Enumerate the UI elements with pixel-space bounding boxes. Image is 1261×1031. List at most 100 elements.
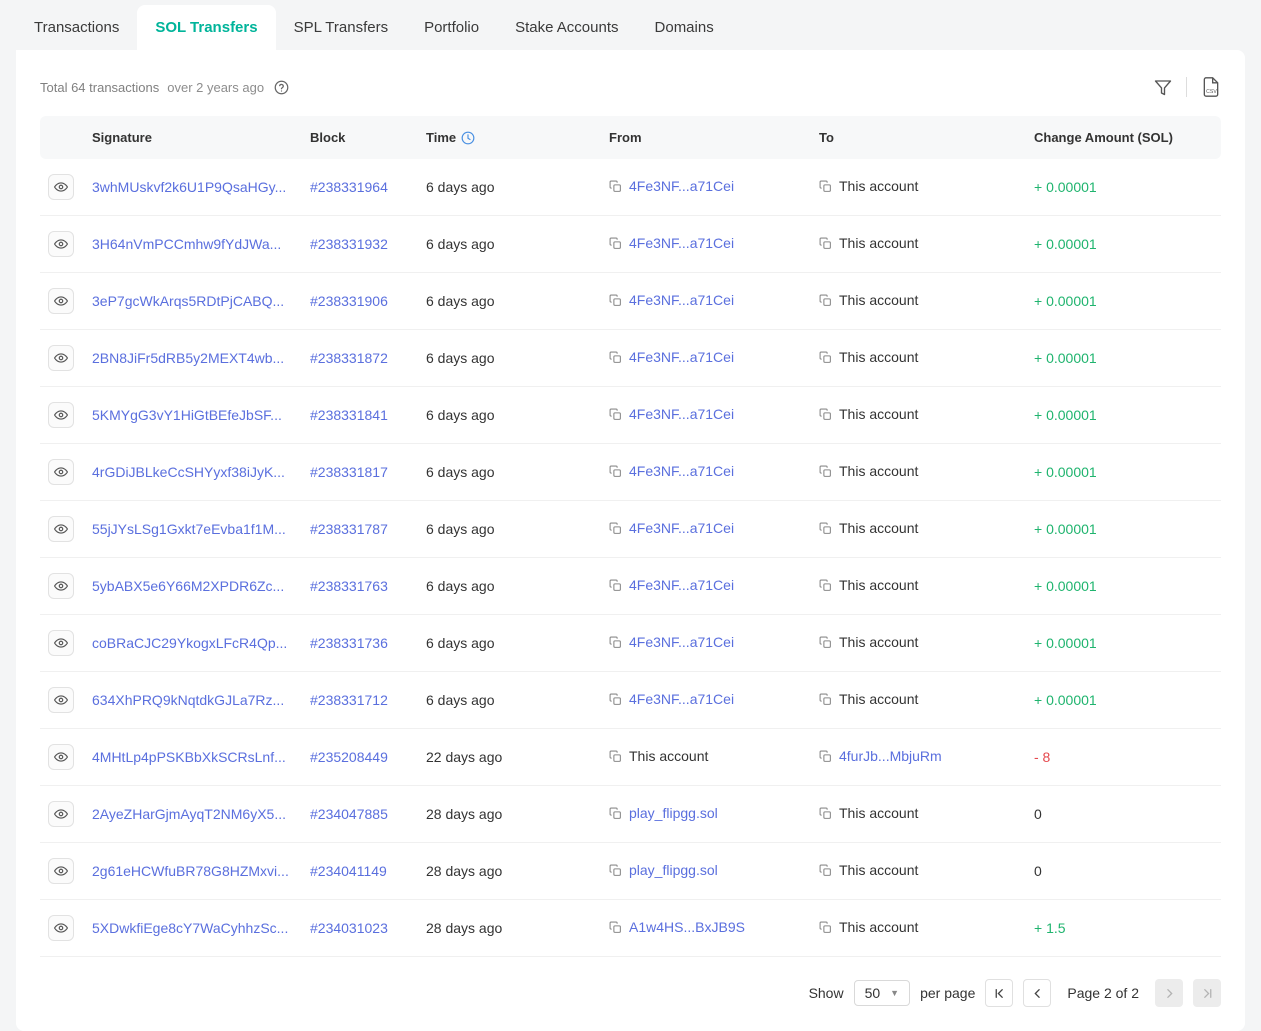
signature-link[interactable]: 55jJYsLSg1Gxkt7eEvba1f1M... <box>92 521 286 537</box>
copy-icon[interactable] <box>819 408 832 421</box>
from-address[interactable]: 4Fe3NF...a71Cei <box>629 349 734 365</box>
copy-icon[interactable] <box>819 864 832 877</box>
to-address[interactable]: This account <box>839 577 918 593</box>
to-address[interactable]: This account <box>839 178 918 194</box>
from-address[interactable]: 4Fe3NF...a71Cei <box>629 178 734 194</box>
to-address[interactable]: This account <box>839 349 918 365</box>
preview-transaction-button[interactable] <box>48 345 74 371</box>
to-address[interactable]: This account <box>839 235 918 251</box>
copy-icon[interactable] <box>609 636 622 649</box>
last-page-button[interactable] <box>1193 979 1221 1007</box>
preview-transaction-button[interactable] <box>48 630 74 656</box>
tab-domains[interactable]: Domains <box>637 5 732 50</box>
from-address[interactable]: play_flipgg.sol <box>629 805 718 821</box>
to-address[interactable]: This account <box>839 862 918 878</box>
tab-spl-transfers[interactable]: SPL Transfers <box>276 5 406 50</box>
copy-icon[interactable] <box>609 579 622 592</box>
copy-icon[interactable] <box>819 636 832 649</box>
preview-transaction-button[interactable] <box>48 402 74 428</box>
from-address[interactable]: 4Fe3NF...a71Cei <box>629 520 734 536</box>
signature-link[interactable]: 2BN8JiFr5dRB5y2MEXT4wb... <box>92 350 284 366</box>
preview-transaction-button[interactable] <box>48 231 74 257</box>
next-page-button[interactable] <box>1155 979 1183 1007</box>
copy-icon[interactable] <box>609 750 622 763</box>
block-link[interactable]: #238331817 <box>310 464 388 480</box>
block-link[interactable]: #238331841 <box>310 407 388 423</box>
preview-transaction-button[interactable] <box>48 801 74 827</box>
tab-stake-accounts[interactable]: Stake Accounts <box>497 5 636 50</box>
filter-button[interactable] <box>1154 78 1172 96</box>
from-address[interactable]: 4Fe3NF...a71Cei <box>629 235 734 251</box>
copy-icon[interactable] <box>819 579 832 592</box>
from-address[interactable]: 4Fe3NF...a71Cei <box>629 292 734 308</box>
copy-icon[interactable] <box>609 693 622 706</box>
preview-transaction-button[interactable] <box>48 516 74 542</box>
preview-transaction-button[interactable] <box>48 459 74 485</box>
copy-icon[interactable] <box>819 294 832 307</box>
tab-sol-transfers[interactable]: SOL Transfers <box>137 5 275 50</box>
export-csv-button[interactable]: CSV <box>1201 76 1221 98</box>
to-address[interactable]: This account <box>839 463 918 479</box>
copy-icon[interactable] <box>609 351 622 364</box>
signature-link[interactable]: 634XhPRQ9kNqtdkGJLa7Rz... <box>92 692 284 708</box>
to-address[interactable]: This account <box>839 520 918 536</box>
copy-icon[interactable] <box>819 693 832 706</box>
from-address[interactable]: A1w4HS...BxJB9S <box>629 919 745 935</box>
copy-icon[interactable] <box>819 921 832 934</box>
page-size-select[interactable]: 50 ▼ <box>854 980 911 1006</box>
copy-icon[interactable] <box>819 750 832 763</box>
from-address[interactable]: play_flipgg.sol <box>629 862 718 878</box>
to-address[interactable]: This account <box>839 292 918 308</box>
to-address[interactable]: This account <box>839 805 918 821</box>
to-address[interactable]: This account <box>839 919 918 935</box>
previous-page-button[interactable] <box>1023 979 1051 1007</box>
help-icon[interactable] <box>274 80 289 95</box>
block-link[interactable]: #238331736 <box>310 635 388 651</box>
block-link[interactable]: #238331906 <box>310 293 388 309</box>
time-column-header[interactable]: Time <box>418 116 601 159</box>
preview-transaction-button[interactable] <box>48 858 74 884</box>
copy-icon[interactable] <box>819 807 832 820</box>
tab-portfolio[interactable]: Portfolio <box>406 5 497 50</box>
copy-icon[interactable] <box>609 807 622 820</box>
signature-link[interactable]: 3H64nVmPCCmhw9fYdJWa... <box>92 236 281 252</box>
block-link[interactable]: #234031023 <box>310 920 388 936</box>
from-address[interactable]: 4Fe3NF...a71Cei <box>629 463 734 479</box>
from-address[interactable]: 4Fe3NF...a71Cei <box>629 577 734 593</box>
copy-icon[interactable] <box>609 921 622 934</box>
to-address[interactable]: This account <box>839 634 918 650</box>
signature-link[interactable]: 2g61eHCWfuBR78G8HZMxvi... <box>92 863 289 879</box>
copy-icon[interactable] <box>819 465 832 478</box>
copy-icon[interactable] <box>819 180 832 193</box>
signature-link[interactable]: 5XDwkfiEge8cY7WaCyhhzSc... <box>92 920 288 936</box>
signature-link[interactable]: 4MHtLp4pPSKBbXkSCRsLnf... <box>92 749 286 765</box>
block-link[interactable]: #238331787 <box>310 521 388 537</box>
copy-icon[interactable] <box>819 522 832 535</box>
preview-transaction-button[interactable] <box>48 573 74 599</box>
block-link[interactable]: #238331763 <box>310 578 388 594</box>
from-address[interactable]: 4Fe3NF...a71Cei <box>629 406 734 422</box>
from-address[interactable]: 4Fe3NF...a71Cei <box>629 691 734 707</box>
preview-transaction-button[interactable] <box>48 915 74 941</box>
copy-icon[interactable] <box>819 237 832 250</box>
clock-icon[interactable] <box>461 131 475 145</box>
to-address[interactable]: 4furJb...MbjuRm <box>839 748 942 764</box>
block-link[interactable]: #234047885 <box>310 806 388 822</box>
signature-link[interactable]: 5KMYgG3vY1HiGtBEfeJbSF... <box>92 407 282 423</box>
to-address[interactable]: This account <box>839 691 918 707</box>
copy-icon[interactable] <box>819 351 832 364</box>
block-link[interactable]: #238331872 <box>310 350 388 366</box>
from-address[interactable]: 4Fe3NF...a71Cei <box>629 634 734 650</box>
signature-link[interactable]: 5ybABX5e6Y66M2XPDR6Zc... <box>92 578 284 594</box>
block-link[interactable]: #234041149 <box>310 863 387 879</box>
preview-transaction-button[interactable] <box>48 744 74 770</box>
signature-link[interactable]: coBRaCJC29YkogxLFcR4Qp... <box>92 635 287 651</box>
to-address[interactable]: This account <box>839 406 918 422</box>
signature-link[interactable]: 3eP7gcWkArqs5RDtPjCABQ... <box>92 293 284 309</box>
signature-link[interactable]: 2AyeZHarGjmAyqT2NM6yX5... <box>92 806 286 822</box>
preview-transaction-button[interactable] <box>48 687 74 713</box>
copy-icon[interactable] <box>609 408 622 421</box>
preview-transaction-button[interactable] <box>48 288 74 314</box>
block-link[interactable]: #238331964 <box>310 179 388 195</box>
copy-icon[interactable] <box>609 180 622 193</box>
